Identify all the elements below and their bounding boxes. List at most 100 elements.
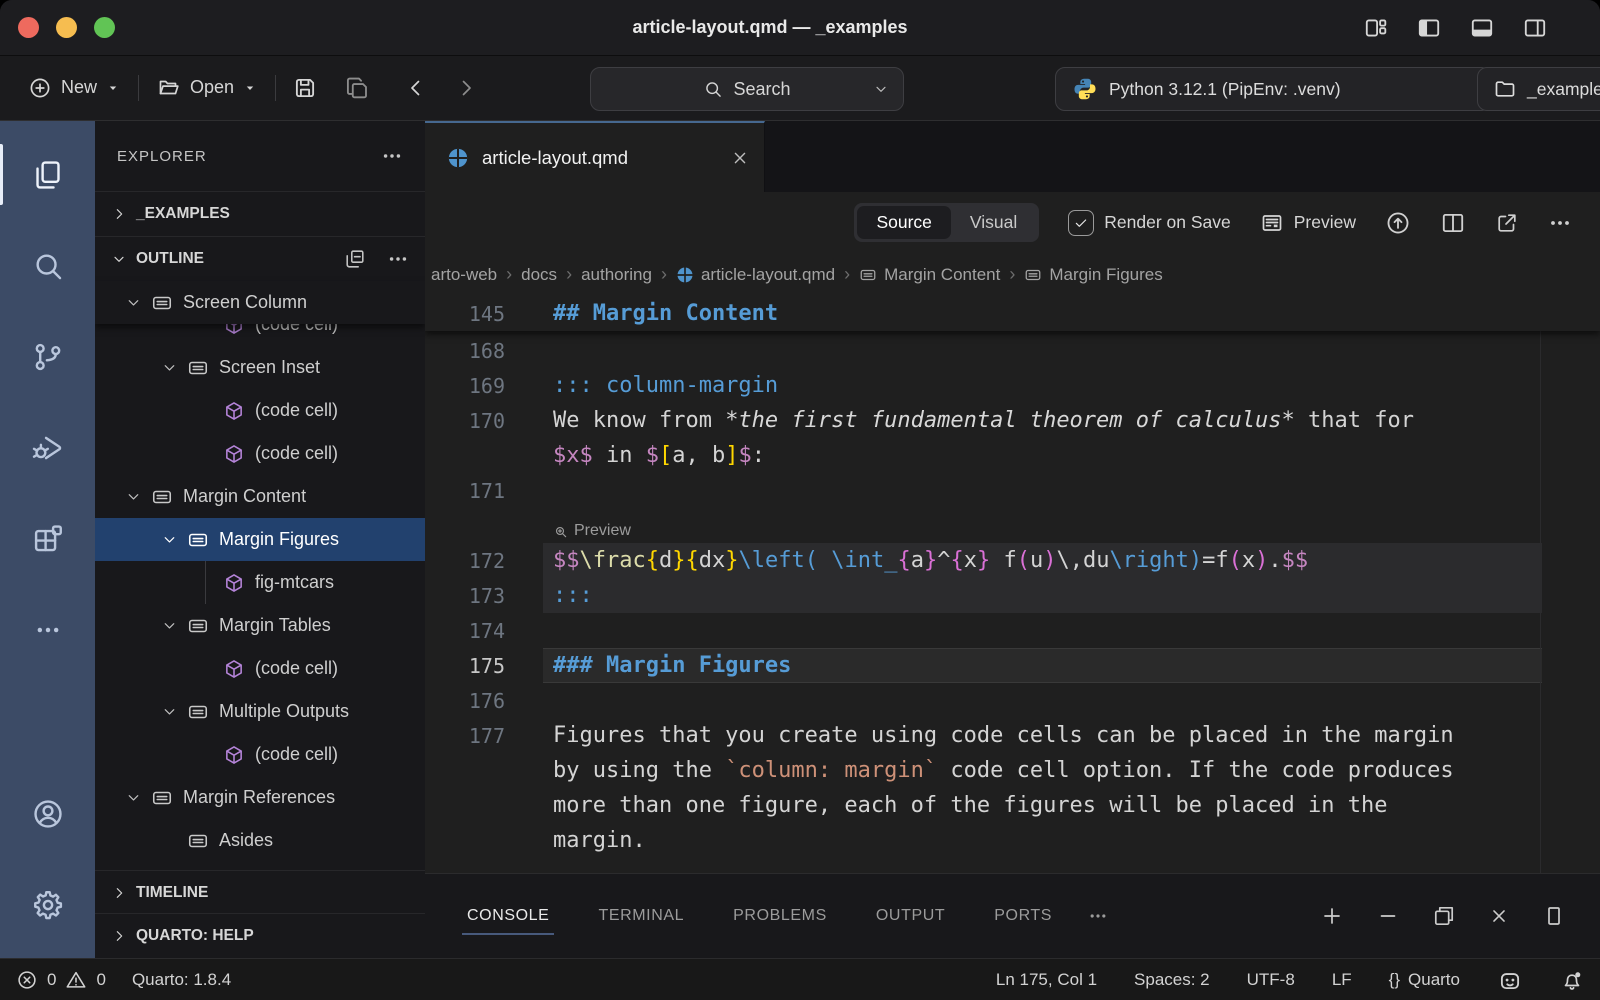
outline-more-actions-icon[interactable] — [387, 248, 409, 270]
activity-extensions[interactable] — [0, 493, 95, 584]
code-line-wrap[interactable]: $x$ in $[a, b]$: — [425, 438, 1600, 473]
code-line-wrap[interactable]: more than one figure, each of the figure… — [425, 788, 1600, 823]
outline-item-screen-inset[interactable]: Screen Inset — [95, 346, 425, 389]
close-panel-icon[interactable] — [1488, 905, 1510, 927]
outline-item-code-cell[interactable]: (code cell) — [95, 324, 425, 346]
minimize-panel-icon[interactable] — [1376, 904, 1400, 928]
mode-visual-button[interactable]: Visual — [951, 206, 1036, 239]
breadcrumb-item-article-layout-qmd[interactable]: article-layout.qmd — [676, 265, 835, 285]
code-line-171[interactable]: 171 — [425, 473, 1600, 508]
outline-item-code-cell[interactable]: (code cell) — [95, 647, 425, 690]
panel-tab-ports[interactable]: PORTS — [992, 898, 1054, 934]
publish-icon[interactable] — [1385, 210, 1411, 236]
panel-tab-console[interactable]: CONSOLE — [465, 898, 551, 934]
outline-item-multiple-outputs[interactable]: Multiple Outputs — [95, 690, 425, 733]
workspace-selector[interactable]: _examples — [1477, 67, 1600, 111]
code-line-wrap[interactable]: by using the `column: margin` code cell … — [425, 753, 1600, 788]
editor-more-actions-icon[interactable] — [1548, 211, 1572, 235]
outline-item-margin-figures[interactable]: Margin Figures — [95, 518, 425, 561]
code-line-172[interactable]: 172$$\frac{d}{dx}\left( \int_{a}^{x} f(u… — [425, 543, 1600, 578]
breadcrumb-item-margin-figures[interactable]: Margin Figures — [1024, 265, 1162, 285]
breadcrumb-item-docs[interactable]: docs — [521, 265, 557, 285]
outline-item-margin-content[interactable]: Margin Content — [95, 475, 425, 518]
notifications-bell-icon[interactable] — [1560, 968, 1584, 992]
save-button[interactable] — [286, 69, 324, 107]
panel-tab-output[interactable]: OUTPUT — [874, 898, 947, 934]
navigate-forward-icon[interactable] — [454, 76, 478, 100]
code-line-168[interactable]: 168 — [425, 333, 1600, 368]
outline-item-margin-tables[interactable]: Margin Tables — [95, 604, 425, 647]
navigate-back-icon[interactable] — [404, 76, 428, 100]
code-line-176[interactable]: 176 — [425, 683, 1600, 718]
outline-item-code-cell[interactable]: (code cell) — [95, 389, 425, 432]
new-button[interactable]: New — [20, 70, 128, 106]
activity-settings[interactable] — [0, 859, 95, 950]
code-line-wrap[interactable]: margin. — [425, 823, 1600, 858]
breadcrumb-item-authoring[interactable]: authoring — [581, 265, 652, 285]
sidebar-section-quarto-help[interactable]: QUARTO: HELP — [95, 913, 425, 958]
code-line-175[interactable]: 175### Margin Figures — [425, 648, 1600, 683]
tab-article-layout-qmd[interactable]: article-layout.qmd — [425, 121, 765, 192]
encoding-status[interactable]: UTF-8 — [1247, 970, 1295, 990]
outline-item-code-cell[interactable]: (code cell) — [95, 432, 425, 475]
sidebar-section-examples[interactable]: _EXAMPLES — [95, 191, 425, 236]
activity-explorer[interactable] — [0, 129, 95, 220]
assistant-icon[interactable] — [1497, 967, 1523, 993]
panel-tab-terminal[interactable]: TERMINAL — [596, 898, 686, 934]
open-in-new-window-icon[interactable] — [1495, 211, 1519, 235]
sidebar-section-outline[interactable]: OUTLINE — [95, 236, 425, 281]
panel-layout-icon[interactable] — [1542, 904, 1566, 928]
activity-search[interactable] — [0, 220, 95, 311]
save-all-button[interactable] — [338, 69, 376, 107]
codelens-preview[interactable]: Preview — [425, 508, 1600, 543]
sticky-scroll-line[interactable]: 145## Margin Content — [425, 296, 1600, 331]
zoom-window-button[interactable] — [94, 17, 115, 38]
breadcrumb-item-margin-content[interactable]: Margin Content — [859, 265, 1000, 285]
code-editor[interactable]: 145## Margin Content 168169::: column-ma… — [425, 296, 1600, 873]
outline-item-margin-references[interactable]: Margin References — [95, 776, 425, 819]
minimize-window-button[interactable] — [56, 17, 77, 38]
code-line-177[interactable]: 177Figures that you create using code ce… — [425, 718, 1600, 753]
new-console-icon[interactable] — [1320, 904, 1344, 928]
activity-run-debug[interactable] — [0, 402, 95, 493]
toggle-right-sidebar-icon[interactable] — [1522, 15, 1548, 41]
preview-button[interactable]: Preview — [1260, 211, 1356, 235]
explorer-more-actions-icon[interactable] — [381, 145, 403, 167]
activity-more[interactable] — [0, 584, 95, 675]
render-on-save-checkbox[interactable] — [1068, 210, 1094, 236]
restore-panel-icon[interactable] — [1432, 904, 1456, 928]
customize-layout-icon[interactable] — [1363, 15, 1389, 41]
search-input[interactable]: Search — [590, 67, 904, 111]
quarto-version-status[interactable]: Quarto: 1.8.4 — [132, 970, 231, 990]
close-tab-icon[interactable] — [730, 148, 750, 168]
outline-item-code-cell[interactable]: (code cell) — [95, 733, 425, 776]
mode-source-button[interactable]: Source — [857, 206, 950, 239]
panel-more-tabs-icon[interactable] — [1088, 906, 1108, 926]
collapse-all-icon[interactable] — [344, 248, 366, 270]
outline-item-screen-column[interactable]: Screen Column — [95, 281, 425, 324]
indentation-status[interactable]: Spaces: 2 — [1134, 970, 1210, 990]
activity-source-control[interactable] — [0, 311, 95, 402]
breadcrumb-item-arto-web[interactable]: arto-web — [431, 265, 497, 285]
split-editor-icon[interactable] — [1440, 210, 1466, 236]
editor-scrollbar-gutter[interactable] — [1540, 296, 1541, 873]
toggle-left-sidebar-icon[interactable] — [1416, 15, 1442, 41]
search-dropdown-chevron-icon[interactable] — [873, 81, 889, 97]
close-window-button[interactable] — [18, 17, 39, 38]
language-mode-status[interactable]: {} Quarto — [1389, 970, 1460, 990]
code-line-173[interactable]: 173::: — [425, 578, 1600, 613]
toggle-bottom-panel-icon[interactable] — [1469, 15, 1495, 41]
open-button[interactable]: Open — [149, 70, 265, 106]
outline-item-fig-mtcars[interactable]: fig-mtcars — [95, 561, 425, 604]
interpreter-selector[interactable]: Python 3.12.1 (PipEnv: .venv) — [1055, 67, 1491, 111]
code-line-174[interactable]: 174 — [425, 613, 1600, 648]
problems-status[interactable]: 0 0 — [16, 969, 106, 991]
cursor-position-status[interactable]: Ln 175, Col 1 — [996, 970, 1097, 990]
sidebar-section-timeline[interactable]: TIMELINE — [95, 870, 425, 915]
activity-account[interactable] — [0, 768, 95, 859]
eol-status[interactable]: LF — [1332, 970, 1352, 990]
code-line-170[interactable]: 170We know from *the first fundamental t… — [425, 403, 1600, 438]
code-line-169[interactable]: 169::: column-margin — [425, 368, 1600, 403]
panel-tab-problems[interactable]: PROBLEMS — [731, 898, 829, 934]
outline-item-asides[interactable]: Asides — [95, 819, 425, 862]
